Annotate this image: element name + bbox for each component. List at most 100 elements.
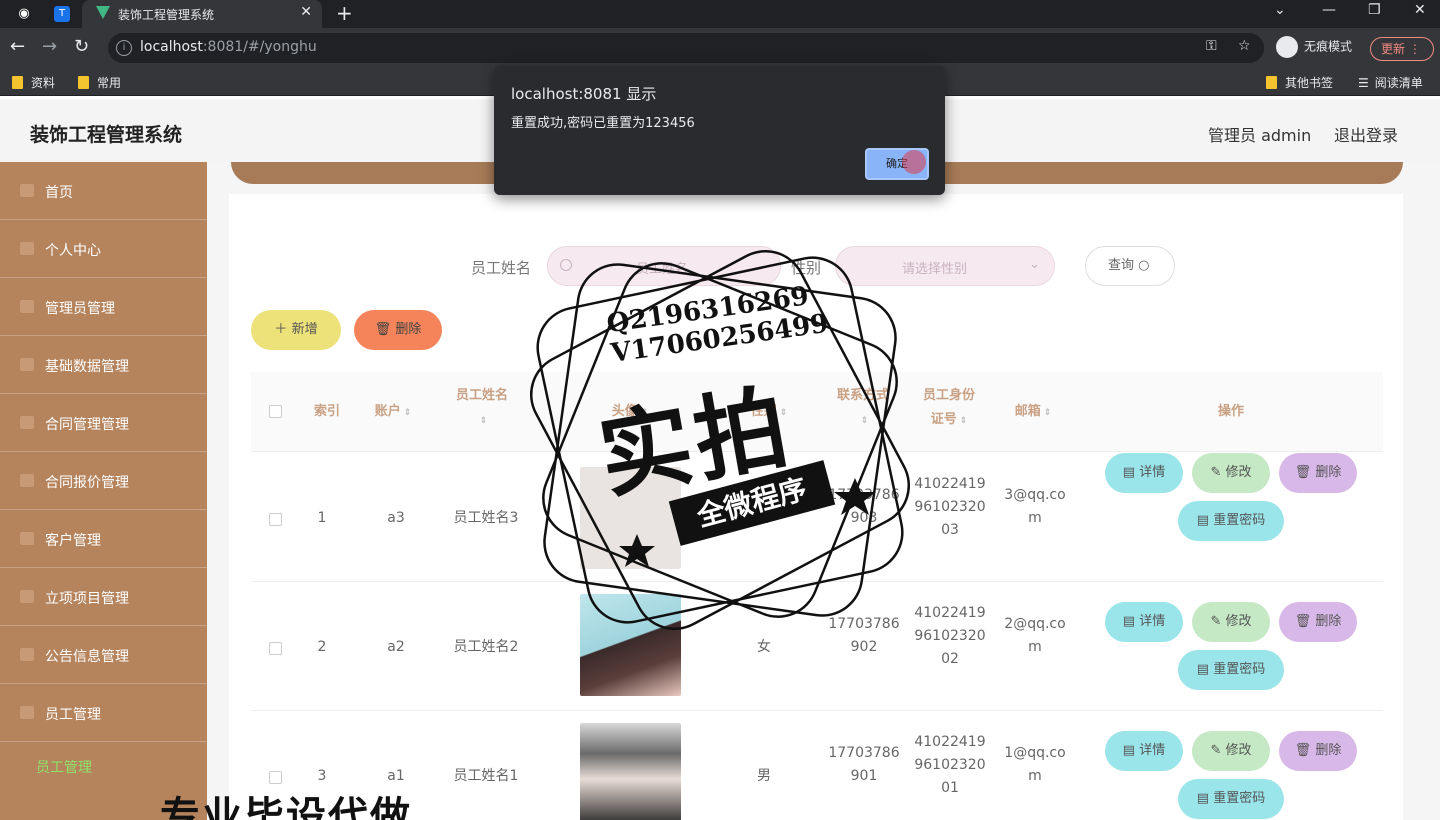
sort-icon: ⇕ bbox=[479, 416, 488, 426]
key-icon[interactable]: ⚿ bbox=[1206, 38, 1217, 54]
browser-tab-active[interactable]: 装饰工程管理系统 ✕ bbox=[82, 0, 322, 28]
detail-button[interactable]: ▤ 详情 bbox=[1105, 731, 1183, 771]
edit-button[interactable]: ✎ 修改 bbox=[1192, 731, 1270, 771]
globe-icon[interactable]: ◉ bbox=[14, 4, 34, 24]
bookmark-folder[interactable]: 资料 bbox=[12, 74, 55, 91]
minimize-button[interactable]: — bbox=[1322, 2, 1336, 18]
update-button[interactable]: 更新 ⋮ bbox=[1370, 37, 1434, 61]
sidebar-item-employees[interactable]: 员工管理 bbox=[0, 684, 207, 742]
header-index: 索引 bbox=[313, 404, 340, 419]
reset-password-button[interactable]: ▤ 重置密码 bbox=[1178, 779, 1284, 819]
row-checkbox[interactable] bbox=[269, 771, 282, 784]
app-tab-icon[interactable]: T bbox=[54, 6, 70, 22]
new-tab-button[interactable]: + bbox=[336, 2, 353, 24]
cell-gender: 男 bbox=[757, 768, 771, 784]
cell-email: 2@qq.co m bbox=[995, 613, 1075, 659]
sidebar-item-quotes[interactable]: 合同报价管理 bbox=[0, 452, 207, 510]
cell-account: a2 bbox=[387, 639, 405, 655]
gender-select[interactable]: 请选择性别 ⌄ bbox=[835, 246, 1055, 286]
cell-phone-line1: 17703786 bbox=[828, 487, 900, 503]
header-phone[interactable]: 联系方式 ⇕ bbox=[823, 384, 903, 433]
cell-idcard: 41022419 96102320 03 bbox=[905, 473, 995, 542]
add-button[interactable]: ＋ 新增 bbox=[251, 310, 341, 350]
cell-phone-line2: 903 bbox=[850, 510, 878, 526]
close-window-button[interactable]: ✕ bbox=[1414, 2, 1426, 18]
cell-email-line2: m bbox=[1028, 768, 1042, 784]
cell-idcard-line1: 41022419 bbox=[914, 734, 986, 750]
other-bookmarks[interactable]: 其他书签 bbox=[1266, 74, 1333, 91]
row-checkbox[interactable] bbox=[269, 513, 282, 526]
delete-label: 删除 bbox=[1315, 743, 1342, 758]
incognito-indicator[interactable]: 无痕模式 bbox=[1276, 36, 1352, 58]
gender-search-label: 性别 bbox=[791, 259, 822, 277]
row-checkbox[interactable] bbox=[269, 642, 282, 655]
logout-link[interactable]: 退出登录 bbox=[1334, 122, 1398, 146]
delete-button[interactable]: 🗑 删除 bbox=[1279, 453, 1357, 493]
admin-label: 管理员 admin bbox=[1208, 126, 1312, 145]
sidebar-item-notices[interactable]: 公告信息管理 bbox=[0, 626, 207, 684]
header-account[interactable]: 账户 ⇕ bbox=[363, 400, 423, 425]
search-icon: ○ bbox=[1138, 258, 1150, 273]
delete-button[interactable]: 🗑 删除 bbox=[1279, 602, 1357, 642]
back-icon[interactable]: ← bbox=[10, 37, 25, 57]
table-row: 2 a2 员工姓名2 女 17703786 902 41022419 9610232… bbox=[251, 582, 1383, 711]
name-search-input[interactable]: 员工姓名 bbox=[547, 246, 781, 286]
cell-index: 2 bbox=[317, 639, 327, 655]
reset-label: 重置密码 bbox=[1213, 662, 1266, 677]
reading-list[interactable]: ☰ 阅读清单 bbox=[1358, 74, 1423, 91]
list-icon bbox=[20, 706, 34, 719]
close-tab-icon[interactable]: ✕ bbox=[300, 4, 312, 20]
forward-icon[interactable]: → bbox=[42, 37, 57, 57]
sidebar-item-admins[interactable]: 管理员管理 bbox=[0, 278, 207, 336]
star-icon[interactable]: ☆ bbox=[1238, 38, 1251, 54]
sidebar-item-profile[interactable]: 个人中心 bbox=[0, 220, 207, 278]
add-label: 新增 bbox=[291, 322, 318, 337]
sidebar-item-label: 个人中心 bbox=[45, 243, 101, 259]
edit-button[interactable]: ✎ 修改 bbox=[1192, 453, 1270, 493]
sidebar-item-label: 首页 bbox=[45, 185, 73, 201]
maximize-button[interactable]: ❐ bbox=[1368, 2, 1381, 18]
batch-delete-button[interactable]: 🗑 删除 bbox=[354, 310, 442, 350]
trash-icon: 🗑 bbox=[1294, 743, 1316, 758]
sidebar-item-label: 公告信息管理 bbox=[45, 649, 129, 665]
cell-name: 员工姓名3 bbox=[453, 510, 519, 526]
doc-icon: ▤ bbox=[1196, 513, 1214, 528]
sidebar-item-label: 基础数据管理 bbox=[45, 359, 129, 375]
header-name[interactable]: 员工姓名 ⇕ bbox=[447, 384, 517, 433]
bookmark-label: 资料 bbox=[31, 76, 56, 90]
sidebar-item-contracts[interactable]: 合同管理管理 bbox=[0, 394, 207, 452]
reset-password-button[interactable]: ▤ 重置密码 bbox=[1178, 650, 1284, 690]
sidebar-subitem-employees[interactable]: 员工管理 bbox=[36, 757, 92, 777]
url-field[interactable]: i localhost:8081/#/yonghu ⚿ ☆ bbox=[108, 33, 1264, 63]
detail-button[interactable]: ▤ 详情 bbox=[1105, 602, 1183, 642]
header-email-label: 邮箱 bbox=[1014, 404, 1041, 419]
folder-icon bbox=[1266, 76, 1277, 89]
sidebar-item-projects[interactable]: 立项项目管理 bbox=[0, 568, 207, 626]
cell-phone-line2: 901 bbox=[850, 768, 878, 784]
sidebar-item-base-data[interactable]: 基础数据管理 bbox=[0, 336, 207, 394]
sidebar-item-customers[interactable]: 客户管理 bbox=[0, 510, 207, 568]
delete-label: 删除 bbox=[395, 322, 422, 337]
header-phone-label: 联系方式 bbox=[836, 388, 889, 403]
incognito-label: 无痕模式 bbox=[1304, 39, 1353, 54]
delete-button[interactable]: 🗑 删除 bbox=[1279, 731, 1357, 771]
select-all-checkbox[interactable] bbox=[269, 405, 282, 418]
user-icon bbox=[20, 242, 34, 255]
detail-button[interactable]: ▤ 详情 bbox=[1105, 453, 1183, 493]
cell-email-line1: 3@qq.co bbox=[1004, 487, 1066, 503]
sidebar-item-home[interactable]: 首页 bbox=[0, 162, 207, 220]
bookmark-folder[interactable]: 常用 bbox=[78, 74, 121, 91]
reload-icon[interactable]: ↻ bbox=[74, 37, 89, 57]
incognito-icon bbox=[1276, 36, 1298, 58]
query-button[interactable]: 查询 ○ bbox=[1085, 246, 1175, 286]
reset-password-button[interactable]: ▤ 重置密码 bbox=[1178, 501, 1284, 541]
edit-button[interactable]: ✎ 修改 bbox=[1192, 602, 1270, 642]
info-icon[interactable]: i bbox=[116, 40, 132, 56]
header-idcard[interactable]: 员工身份 证号 ⇕ bbox=[909, 384, 989, 433]
header-email[interactable]: 邮箱 ⇕ bbox=[1003, 400, 1063, 425]
tab-search-icon[interactable]: ⌄ bbox=[1274, 2, 1286, 18]
cell-phone-line2: 902 bbox=[850, 639, 878, 655]
bookmark-label: 阅读清单 bbox=[1374, 76, 1423, 90]
cell-name: 员工姓名1 bbox=[453, 768, 519, 784]
cell-account: a3 bbox=[387, 510, 405, 526]
